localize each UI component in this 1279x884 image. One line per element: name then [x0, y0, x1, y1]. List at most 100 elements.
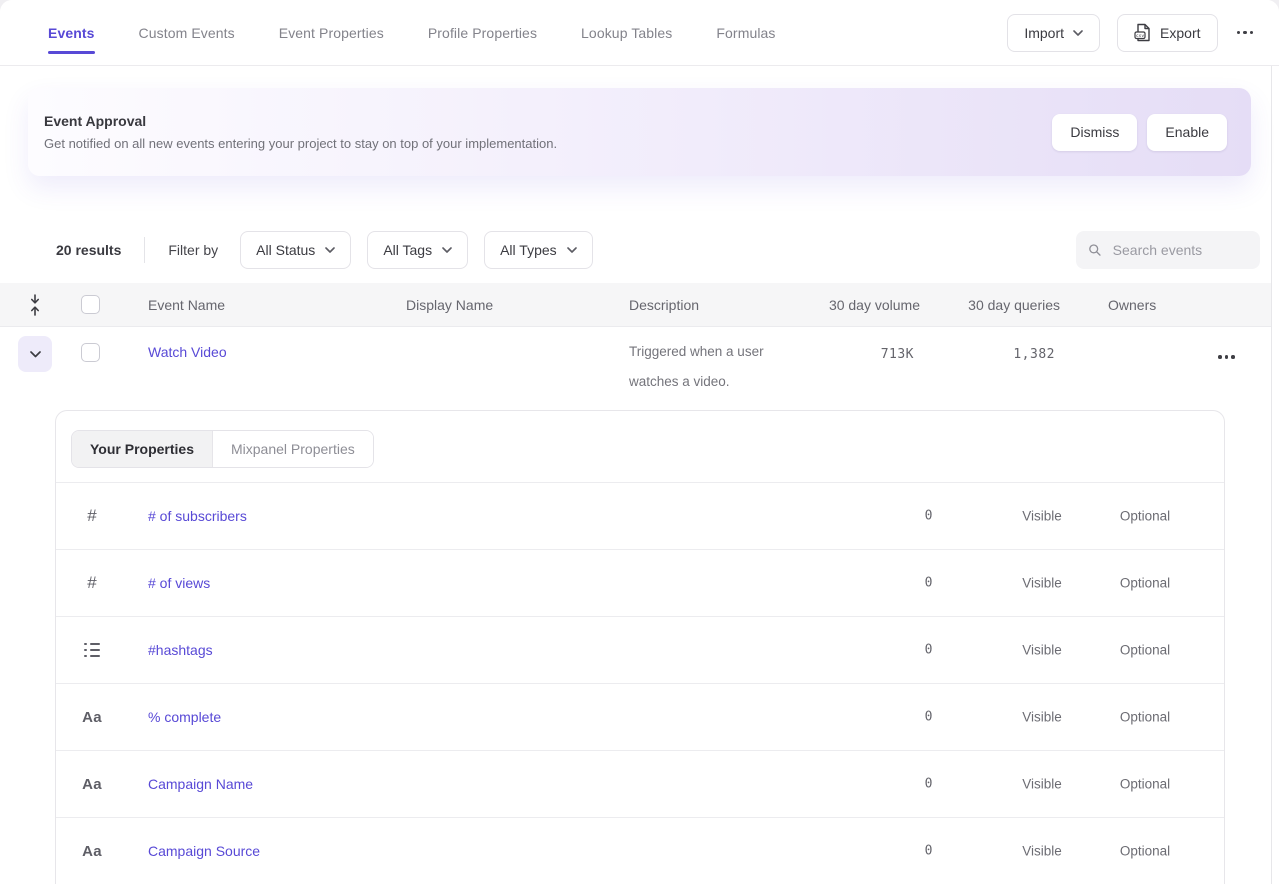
lexicon-events-page: Events Custom Events Event Properties Pr… — [0, 0, 1279, 884]
property-queries: 0 — [925, 710, 933, 725]
property-list: # # of subscribers 0 Visible Optional # … — [56, 483, 1224, 884]
tab-label: Profile Properties — [428, 25, 537, 41]
filter-by-label: Filter by — [168, 242, 218, 258]
types-filter-label: All Types — [500, 242, 557, 258]
banner-text: Event Approval Get notified on all new e… — [44, 113, 557, 151]
scrollbar[interactable] — [1271, 66, 1272, 884]
properties-tab-switcher: Your Properties Mixpanel Properties — [71, 430, 374, 468]
tab-lookup-tables[interactable]: Lookup Tables — [581, 0, 672, 65]
row-checkbox[interactable] — [81, 343, 100, 362]
property-queries: 0 — [925, 509, 933, 524]
property-requirement: Optional — [1100, 710, 1190, 725]
collapse-all-icon[interactable] — [27, 294, 43, 321]
tab-label: Lookup Tables — [581, 25, 672, 41]
filter-toolbar: 20 results Filter by All Status All Tags… — [56, 225, 1260, 275]
property-name-link[interactable]: Campaign Source — [148, 843, 260, 859]
import-button[interactable]: Import — [1007, 14, 1100, 52]
chevron-down-icon — [325, 247, 335, 253]
property-queries: 0 — [925, 643, 933, 658]
col-display-name: Display Name — [406, 283, 493, 327]
property-row: Aa Campaign Name 0 Visible Optional — [56, 751, 1224, 818]
select-all-checkbox[interactable] — [81, 295, 100, 314]
row-more-options-button[interactable] — [1216, 349, 1237, 365]
property-visibility: Visible — [1002, 576, 1082, 591]
event-description: Triggered when a user watches a video. — [629, 337, 799, 397]
nav-actions: Import csv Export — [1007, 14, 1255, 52]
property-name-link[interactable]: # of views — [148, 575, 210, 591]
col-description: Description — [629, 283, 699, 327]
number-type-icon: # — [78, 483, 106, 549]
event-name-link[interactable]: Watch Video — [148, 344, 227, 360]
tab-custom-events[interactable]: Custom Events — [139, 0, 235, 65]
nav-tabs: Events Custom Events Event Properties Pr… — [48, 0, 776, 65]
types-filter-dropdown[interactable]: All Types — [484, 231, 593, 269]
banner-actions: Dismiss Enable — [1052, 114, 1227, 151]
tab-mixpanel-properties[interactable]: Mixpanel Properties — [212, 431, 373, 467]
search-input[interactable] — [1111, 241, 1248, 259]
banner-title: Event Approval — [44, 113, 557, 129]
results-count: 20 results — [56, 242, 121, 258]
tab-label: Event Properties — [279, 25, 384, 41]
text-type-icon: Aa — [78, 818, 106, 884]
tab-events[interactable]: Events — [48, 0, 95, 65]
property-row: # # of views 0 Visible Optional — [56, 550, 1224, 617]
col-owners: Owners — [1108, 283, 1156, 327]
property-visibility: Visible — [1002, 844, 1082, 859]
property-visibility: Visible — [1002, 643, 1082, 658]
tab-label: Formulas — [716, 25, 775, 41]
status-filter-label: All Status — [256, 242, 315, 258]
svg-text:csv: csv — [1136, 34, 1145, 39]
property-queries: 0 — [925, 844, 933, 859]
table-header: Event Name Display Name Description 30 d… — [0, 283, 1272, 327]
chevron-down-icon — [567, 247, 577, 253]
banner-description: Get notified on all new events entering … — [44, 136, 557, 151]
chevron-down-icon — [442, 247, 452, 253]
tab-event-properties[interactable]: Event Properties — [279, 0, 384, 65]
import-label: Import — [1024, 25, 1064, 41]
property-name-link[interactable]: Campaign Name — [148, 776, 253, 792]
export-label: Export — [1160, 25, 1200, 41]
tags-filter-label: All Tags — [383, 242, 432, 258]
property-requirement: Optional — [1100, 576, 1190, 591]
col-30-day-volume: 30 day volume — [829, 283, 920, 327]
text-type-icon: Aa — [78, 751, 106, 817]
more-options-button[interactable] — [1235, 25, 1256, 41]
text-type-icon: Aa — [78, 684, 106, 750]
col-30-day-queries: 30 day queries — [968, 283, 1060, 327]
event-30-day-volume: 713K — [881, 347, 914, 362]
expand-row-button[interactable] — [18, 336, 52, 372]
number-type-icon: # — [78, 550, 106, 616]
property-name-link[interactable]: % complete — [148, 709, 221, 725]
active-tab-indicator — [48, 51, 95, 54]
chevron-down-icon — [30, 351, 41, 358]
divider — [144, 237, 145, 263]
property-row: Aa Campaign Source 0 Visible Optional — [56, 818, 1224, 884]
export-button[interactable]: csv Export — [1117, 14, 1217, 52]
tab-formulas[interactable]: Formulas — [716, 0, 775, 65]
dismiss-button[interactable]: Dismiss — [1052, 114, 1137, 151]
property-name-link[interactable]: #hashtags — [148, 642, 213, 658]
property-queries: 0 — [925, 777, 933, 792]
property-row: Aa % complete 0 Visible Optional — [56, 684, 1224, 751]
property-queries: 0 — [925, 576, 933, 591]
tab-your-properties[interactable]: Your Properties — [72, 431, 212, 467]
status-filter-dropdown[interactable]: All Status — [240, 231, 351, 269]
tab-profile-properties[interactable]: Profile Properties — [428, 0, 537, 65]
event-30-day-queries: 1,382 — [1013, 347, 1055, 362]
property-visibility: Visible — [1002, 710, 1082, 725]
list-type-icon — [78, 617, 106, 683]
property-name-link[interactable]: # of subscribers — [148, 508, 247, 524]
property-row: # # of subscribers 0 Visible Optional — [56, 483, 1224, 550]
search-box — [1076, 231, 1260, 269]
property-visibility: Visible — [1002, 777, 1082, 792]
search-icon — [1088, 242, 1102, 258]
chevron-down-icon — [1073, 30, 1083, 36]
property-requirement: Optional — [1100, 777, 1190, 792]
enable-button[interactable]: Enable — [1147, 114, 1227, 151]
property-requirement: Optional — [1100, 509, 1190, 524]
tags-filter-dropdown[interactable]: All Tags — [367, 231, 468, 269]
tab-label: Custom Events — [139, 25, 235, 41]
property-visibility: Visible — [1002, 509, 1082, 524]
top-nav: Events Custom Events Event Properties Pr… — [0, 0, 1279, 66]
property-row: #hashtags 0 Visible Optional — [56, 617, 1224, 684]
